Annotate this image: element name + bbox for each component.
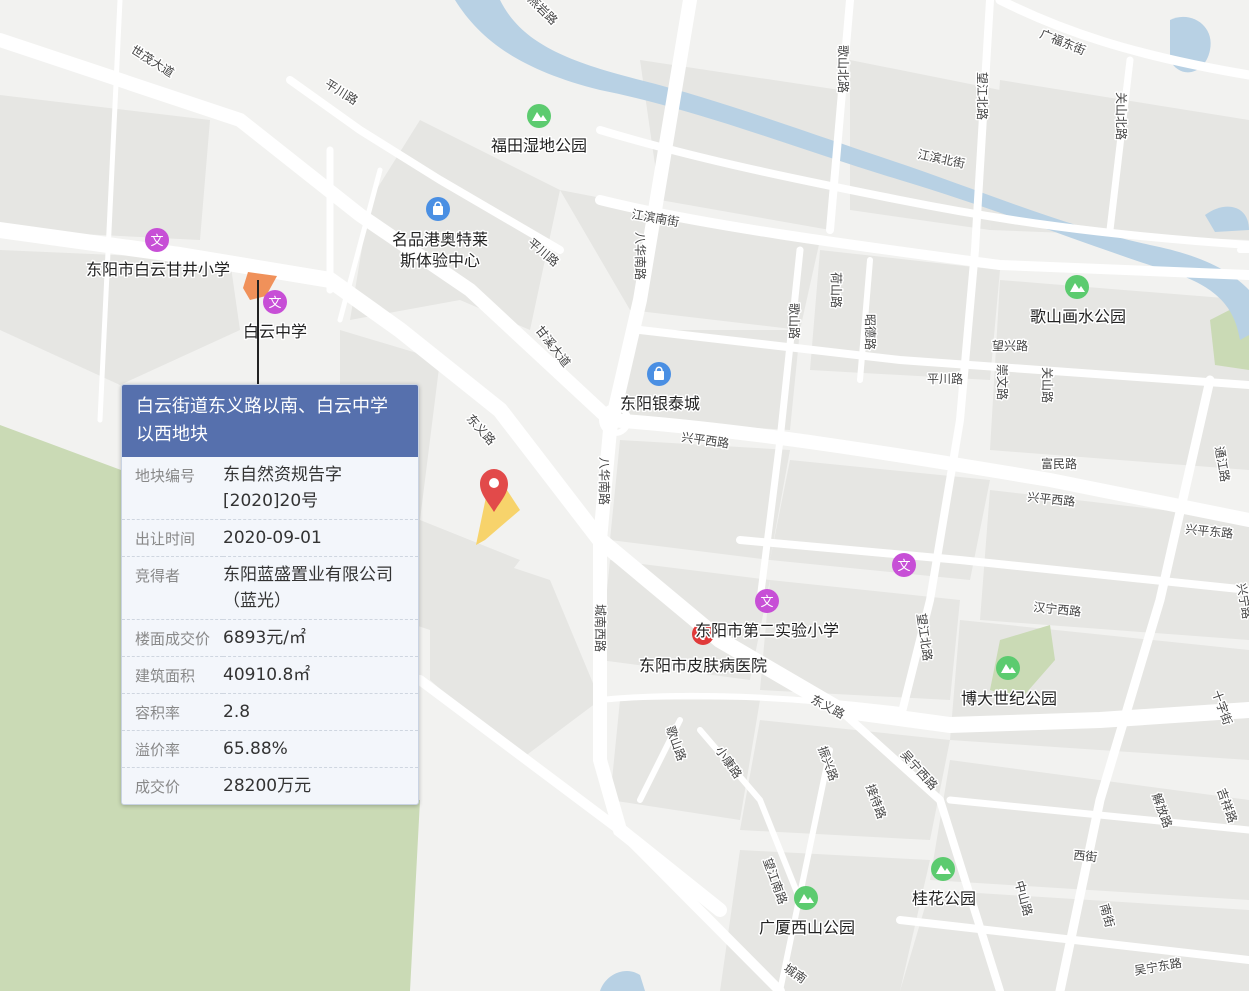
popup-key: 出让时间 xyxy=(122,519,223,557)
shopping-bag-icon[interactable] xyxy=(426,197,450,221)
popup-key: 建筑面积 xyxy=(122,656,223,694)
poi-label-geshan-park: 歌山画水公园 xyxy=(1030,307,1126,326)
road-label: 关山路 xyxy=(1040,367,1055,403)
road-label: 关山北路 xyxy=(1114,92,1129,140)
poi-label-baiyun-ganjing: 东阳市白云甘井小学 xyxy=(86,260,230,279)
road-label: 歌山北路 xyxy=(836,45,851,93)
popup-value: 东阳蓝盛置业有限公司（蓝光） xyxy=(223,556,418,620)
svg-text:文: 文 xyxy=(150,234,163,249)
road-label: 城南西路 xyxy=(593,604,608,652)
road-label: 崇文路 xyxy=(995,364,1010,400)
popup-row: 溢价率 65.88% xyxy=(122,730,418,768)
popup-row: 成交价 28200万元 xyxy=(122,768,418,805)
road-label: 望兴路 xyxy=(992,338,1028,353)
popup-row: 竞得者 东阳蓝盛置业有限公司（蓝光） xyxy=(122,556,418,620)
road-label: 昭德路 xyxy=(863,314,878,350)
popup-value: 65.88% xyxy=(223,730,418,768)
school-icon[interactable]: 文 xyxy=(145,228,169,252)
popup-value: 东自然资规告字[2020]20号 xyxy=(223,457,418,520)
shopping-bag-icon[interactable] xyxy=(647,362,671,386)
svg-text:文: 文 xyxy=(268,296,281,311)
road-label: 八华南路 xyxy=(633,232,648,280)
poi-label-yintai: 东阳银泰城 xyxy=(620,394,700,413)
poi-label-guangsha: 广厦西山公园 xyxy=(759,918,855,937)
popup-row: 容积率 2.8 xyxy=(122,693,418,731)
poi-label-school2: 东阳市第二实验小学 xyxy=(695,621,839,640)
poi-label-baiyun-zhongxue: 白云中学 xyxy=(243,322,307,341)
svg-text:文: 文 xyxy=(897,559,910,574)
parcel-info-popup[interactable]: 白云街道东义路以南、白云中学以西地块 地块编号 东自然资规告字[2020]20号 … xyxy=(121,384,419,805)
popup-key: 容积率 xyxy=(122,693,223,731)
poi-label-guihua: 桂花公园 xyxy=(912,889,976,908)
road-label: 富民路 xyxy=(1041,456,1077,471)
road-label: 望江北路 xyxy=(975,72,990,120)
road-label: 平川路 xyxy=(927,371,963,386)
school-icon[interactable]: 文 xyxy=(263,290,287,314)
park-icon[interactable] xyxy=(794,886,818,910)
popup-title: 白云街道东义路以南、白云中学以西地块 xyxy=(122,385,418,457)
popup-row: 地块编号 东自然资规告字[2020]20号 xyxy=(122,457,418,520)
popup-row: 出让时间 2020-09-01 xyxy=(122,519,418,557)
road-label: 歌山路 xyxy=(787,303,802,339)
popup-value: 28200万元 xyxy=(223,776,312,796)
school-icon[interactable]: 文 xyxy=(892,553,916,577)
park-icon[interactable] xyxy=(1065,275,1089,299)
popup-table: 地块编号 东自然资规告字[2020]20号 出让时间 2020-09-01 竞得者东… xyxy=(122,457,418,804)
poi-label-mingpin-line2: 斯体验中心 xyxy=(400,251,480,270)
school-icon[interactable]: 文 xyxy=(755,589,779,613)
popup-leader-line xyxy=(257,280,259,384)
road-label: 八华南路 xyxy=(597,457,612,505)
popup-value: 6893元/㎡ xyxy=(223,619,418,657)
popup-row: 建筑面积 40910.8㎡ xyxy=(122,656,418,694)
poi-label-skin-hospital: 东阳市皮肤病医院 xyxy=(639,656,767,675)
park-icon[interactable] xyxy=(996,656,1020,680)
park-icon[interactable] xyxy=(527,104,551,128)
poi-label-futian: 福田湿地公园 xyxy=(491,136,587,155)
road-label: 西街 xyxy=(1073,848,1098,864)
poi-label-boda: 博大世纪公园 xyxy=(961,689,1057,708)
road-label: 荷山路 xyxy=(829,272,844,308)
park-icon[interactable] xyxy=(931,857,955,881)
popup-value: 2020-09-01 xyxy=(223,519,418,557)
poi-label-mingpin: 名品港奥特莱 xyxy=(392,230,488,249)
popup-key: 竞得者 xyxy=(122,556,223,620)
popup-key: 楼面成交价 xyxy=(122,619,223,657)
popup-row: 楼面成交价 6893元/㎡ xyxy=(122,619,418,657)
popup-value: 2.8 xyxy=(223,693,418,731)
popup-key: 地块编号 xyxy=(122,457,223,520)
svg-text:文: 文 xyxy=(760,595,773,610)
popup-value: 40910.8㎡ xyxy=(223,656,418,694)
popup-key: 成交价 xyxy=(135,778,181,796)
popup-key: 溢价率 xyxy=(122,730,223,768)
